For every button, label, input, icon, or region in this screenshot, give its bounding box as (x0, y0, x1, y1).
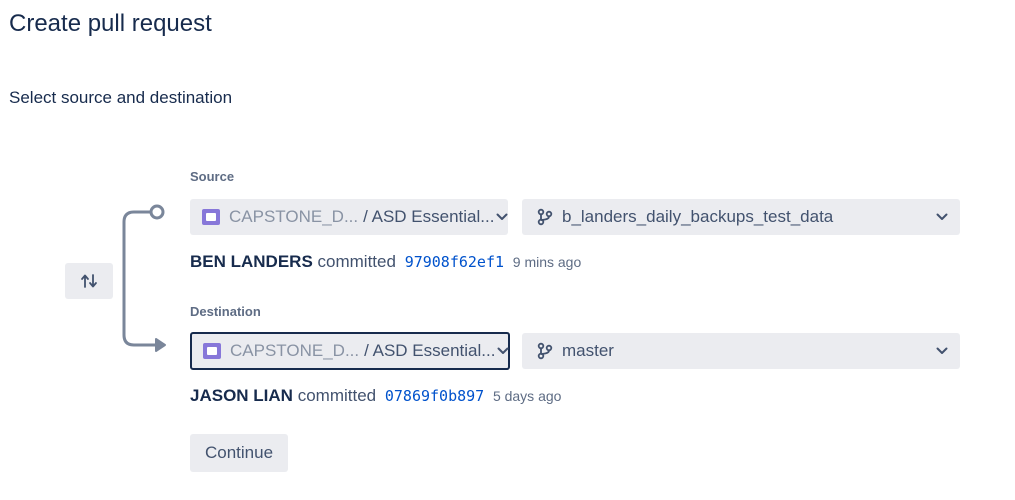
source-commit-hash-link[interactable]: 97908f62ef1 (405, 253, 504, 271)
source-branch-name: b_landers_daily_backups_test_data (562, 207, 834, 226)
branch-icon (537, 342, 553, 360)
continue-button[interactable]: Continue (190, 434, 288, 472)
destination-commit-verb: committed (297, 386, 377, 405)
source-commit-info: BEN LANDERS committed 97908f62ef1 9 mins… (190, 252, 581, 272)
branch-icon (537, 208, 553, 226)
destination-label: Destination (190, 304, 261, 319)
source-repository-name: / ASD Essential... (363, 207, 495, 226)
chevron-down-icon (934, 209, 950, 225)
destination-branch-select[interactable]: master (522, 333, 960, 369)
source-destination-connector (122, 204, 166, 352)
repository-icon (203, 343, 221, 359)
destination-commit-time: 5 days ago (492, 388, 562, 404)
source-commit-time: 9 mins ago (512, 254, 582, 270)
source-project-name: CAPSTONE_D... (229, 207, 359, 226)
destination-project-name: CAPSTONE_D... (230, 341, 360, 360)
repository-icon (202, 209, 220, 225)
chevron-down-icon (495, 343, 511, 359)
page-subtitle: Select source and destination (9, 88, 233, 107)
chevron-down-icon (494, 209, 510, 225)
swap-source-destination-button[interactable] (65, 263, 113, 299)
source-branch-select[interactable]: b_landers_daily_backups_test_data (522, 199, 960, 235)
destination-commit-author: JASON LIAN (190, 386, 293, 405)
source-commit-author: BEN LANDERS (190, 252, 313, 271)
page-title: Create pull request (9, 10, 212, 37)
destination-repository-select[interactable]: CAPSTONE_D... / ASD Essential... (190, 332, 510, 370)
source-commit-verb: committed (317, 252, 396, 271)
destination-branch-name: master (562, 341, 614, 360)
destination-repository-name: / ASD Essential... (364, 341, 496, 360)
chevron-down-icon (934, 343, 950, 359)
source-repository-select[interactable]: CAPSTONE_D... / ASD Essential... (190, 199, 508, 235)
destination-commit-info: JASON LIAN committed 07869f0b897 5 days … (190, 386, 561, 406)
swap-vertical-icon (81, 274, 97, 288)
destination-commit-hash-link[interactable]: 07869f0b897 (385, 387, 484, 405)
source-label: Source (190, 169, 235, 184)
